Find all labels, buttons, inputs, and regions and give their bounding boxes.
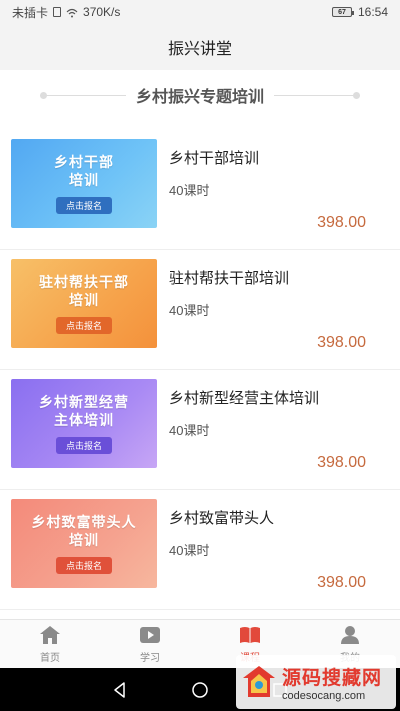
course-thumbnail[interactable]: 驻村帮扶干部 培训 点击报名	[11, 259, 157, 348]
status-bar: 未插卡 370K/s 67 16:54	[0, 0, 400, 24]
section-title: 乡村振兴专题培训	[125, 83, 274, 107]
signup-button[interactable]: 点击报名	[55, 197, 112, 214]
course-price: 398.00	[317, 574, 366, 591]
watermark-logo-icon	[243, 666, 275, 697]
course-price: 398.00	[317, 454, 366, 471]
play-icon	[138, 624, 162, 646]
course-hours: 40课时	[169, 423, 210, 438]
signup-button[interactable]: 点击报名	[55, 437, 112, 454]
course-thumbnail[interactable]: 乡村致富带头人 培训 点击报名	[11, 499, 157, 588]
watermark-text: 源码搜藏网 codesocang.com	[282, 663, 382, 702]
course-item[interactable]: 乡村新型经营 主体培训 点击报名 乡村新型经营主体培训 40课时 398.00	[0, 370, 400, 490]
wifi-icon	[66, 7, 78, 18]
tab-label: 首页	[40, 653, 60, 664]
tab-home[interactable]: 首页	[0, 620, 100, 668]
watermark-main: 源码搜藏网	[282, 667, 383, 689]
status-left: 未插卡 370K/s	[12, 4, 120, 21]
battery-icon: 67	[331, 7, 354, 17]
course-item[interactable]: 乡村致富带头人 培训 点击报名 乡村致富带头人 40课时 398.00	[0, 490, 400, 610]
user-icon	[338, 624, 362, 646]
thumbnail-title: 乡村干部 培训	[54, 154, 114, 188]
thumbnail-title: 乡村新型经营 主体培训	[39, 394, 129, 428]
home-icon	[38, 624, 62, 646]
course-price: 398.00	[317, 334, 366, 351]
watermark-sub: codesocang.com	[282, 689, 366, 702]
home-circle-icon[interactable]	[190, 680, 210, 700]
watermark: 源码搜藏网 codesocang.com	[236, 655, 396, 709]
tab-label: 学习	[140, 653, 160, 664]
course-name: 乡村新型经营主体培训	[169, 390, 320, 407]
course-hours: 40课时	[169, 183, 210, 198]
tab-study[interactable]: 学习	[100, 620, 200, 668]
course-name: 乡村干部培训	[169, 150, 260, 167]
course-thumbnail[interactable]: 乡村新型经营 主体培训 点击报名	[11, 379, 157, 468]
signup-button[interactable]: 点击报名	[55, 557, 112, 574]
sim-icon	[53, 7, 62, 17]
network-speed: 370K/s	[83, 5, 121, 19]
back-icon[interactable]	[110, 680, 130, 700]
book-icon	[238, 624, 262, 646]
course-item[interactable]: 乡村干部 培训 点击报名 乡村干部培训 40课时 398.00	[0, 130, 400, 250]
section-dot-right	[353, 92, 360, 99]
thumbnail-title: 乡村致富带头人 培训	[31, 514, 137, 548]
course-list: 乡村干部 培训 点击报名 乡村干部培训 40课时 398.00 驻村帮扶干部 培…	[0, 130, 400, 610]
course-item[interactable]: 驻村帮扶干部 培训 点击报名 驻村帮扶干部培训 40课时 398.00	[0, 250, 400, 370]
course-name: 驻村帮扶干部培训	[169, 270, 290, 287]
section-dot-left	[40, 92, 47, 99]
signup-button[interactable]: 点击报名	[55, 317, 112, 334]
course-hours: 40课时	[169, 303, 210, 318]
thumbnail-title: 驻村帮扶干部 培训	[39, 274, 129, 308]
carrier-label: 未插卡	[12, 5, 49, 20]
page-title: 振兴讲堂	[167, 41, 232, 58]
clock: 16:54	[357, 5, 388, 19]
app-header: 振兴讲堂	[0, 24, 400, 70]
status-right: 67 16:54	[331, 5, 388, 19]
course-hours: 40课时	[169, 543, 210, 558]
section-header: 乡村振兴专题培训	[0, 78, 400, 112]
course-price: 398.00	[317, 214, 366, 231]
course-name: 乡村致富带头人	[169, 510, 275, 527]
course-thumbnail[interactable]: 乡村干部 培训 点击报名	[11, 139, 157, 228]
